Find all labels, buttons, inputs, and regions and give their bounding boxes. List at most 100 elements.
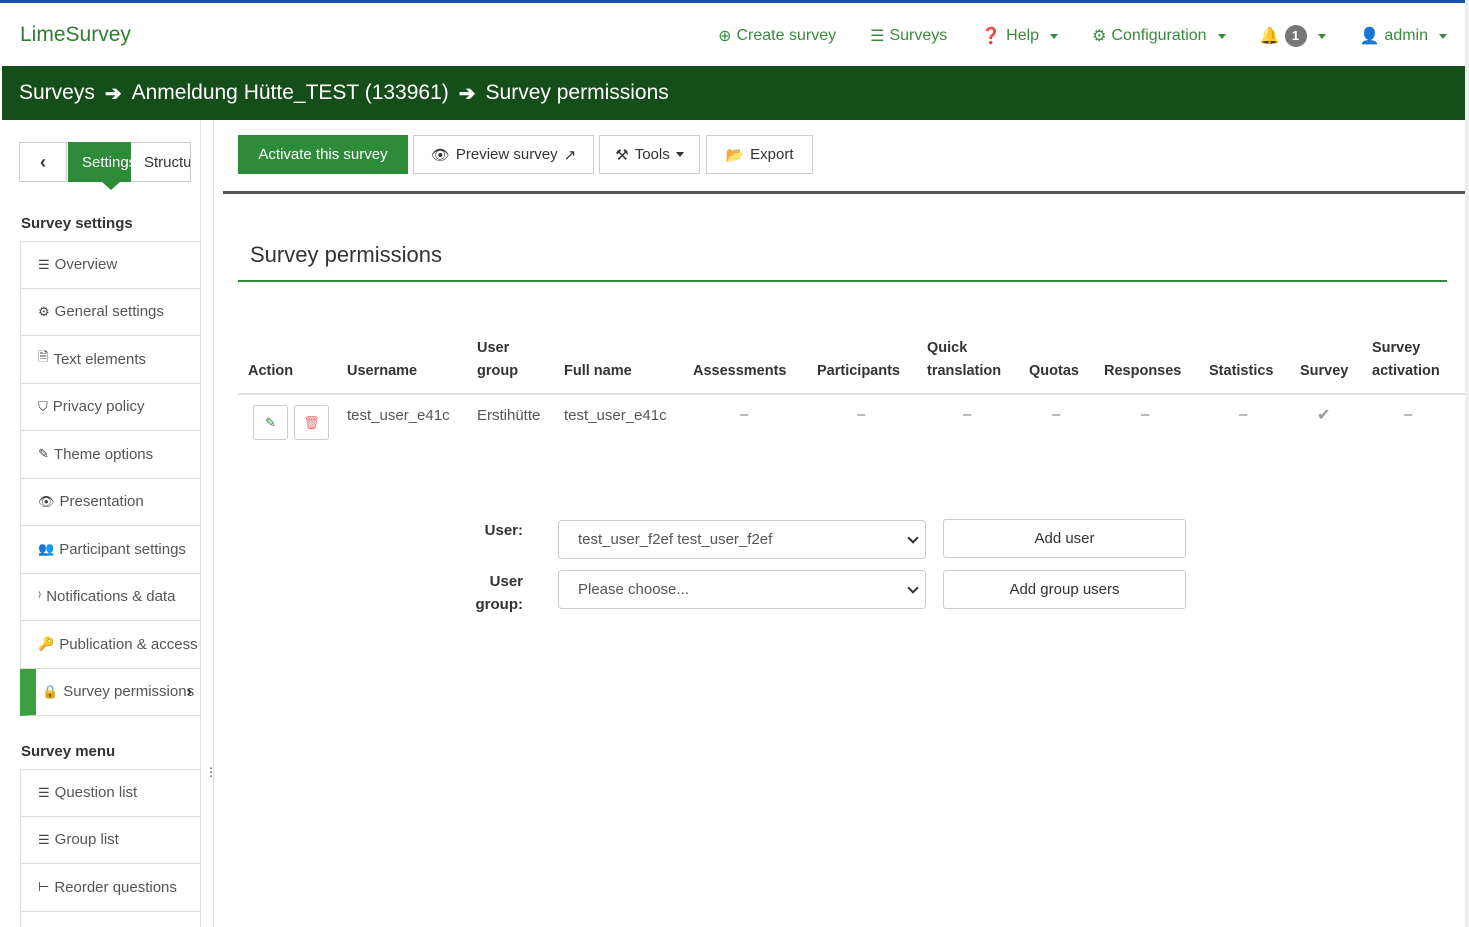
brush-icon: ✎ [38, 446, 49, 462]
survey-toolbar: Activate this survey 👁 Preview survey ↗ … [223, 120, 1465, 194]
caret-down-icon [1217, 33, 1226, 39]
brand-logo[interactable]: LimeSurvey [20, 23, 131, 47]
user-icon: 👤 [1359, 28, 1380, 45]
pencil-icon: ✎ [265, 414, 276, 430]
create-survey-link[interactable]: ⊕ Create survey [718, 26, 836, 46]
gears-icon: ⚙ [38, 303, 50, 319]
th-survey[interactable]: Survey [1300, 360, 1348, 383]
gears-icon: ⚙ [1092, 28, 1107, 45]
eye-slash-icon: 👁 [38, 493, 55, 509]
sidebar-item-publication-access[interactable]: 🔑 Publication & access [20, 621, 201, 669]
shield-icon: ⛉ [38, 398, 48, 414]
notification-count-badge: 1 [1284, 25, 1307, 47]
sidebar-item-question-list[interactable]: ☰ Question list [20, 769, 201, 817]
bell-icon: 🔔 [1259, 28, 1280, 45]
cell-quotas: – [1052, 406, 1061, 423]
user-select[interactable]: test_user_f2ef test_user_f2ef [558, 520, 926, 559]
chevron-down-icon [907, 532, 919, 544]
user-group-select[interactable]: Please choose... [558, 570, 926, 609]
cell-statistics: – [1239, 406, 1248, 423]
sidebar-item-survey-permissions[interactable]: 🔒 Survey permissions › [20, 668, 201, 716]
sidebar-item-presentation[interactable]: 👁 Presentation [20, 478, 201, 526]
caret-down-icon [1439, 33, 1447, 39]
add-group-users-button[interactable]: Add group users [943, 570, 1186, 609]
th-action[interactable]: Action [248, 360, 293, 383]
surveys-link[interactable]: ☰ Surveys [870, 26, 947, 46]
caret-down-icon [675, 152, 684, 157]
top-nav: ⊕ Create survey ☰ Surveys ❓ Help ⚙ Confi… [718, 25, 1447, 47]
table-header-divider [238, 393, 1465, 395]
cell-responses: – [1141, 406, 1150, 423]
breadcrumb: Surveys ➔ Anmeldung Hütte_TEST (133961) … [2, 66, 1465, 120]
sidebar-item-participant-settings[interactable]: 👥 Participant settings [20, 526, 201, 574]
chevron-left-icon: ‹ [40, 151, 46, 172]
breadcrumb-survey-name[interactable]: Anmeldung Hütte_TEST (133961) [132, 81, 449, 105]
key-icon: 🔑 [38, 636, 55, 652]
caret-down-icon [1317, 33, 1326, 39]
tab-settings[interactable]: Settings [68, 142, 131, 182]
tree-icon: ⊢ [38, 879, 50, 895]
cell-username: test_user_e41c [347, 407, 450, 424]
caret-down-icon [1050, 33, 1059, 39]
user-menu[interactable]: 👤 admin [1359, 26, 1447, 46]
th-user-group[interactable]: User group [477, 337, 518, 383]
th-statistics[interactable]: Statistics [1209, 360, 1273, 383]
sidebar-item-reorder-questions[interactable]: ⊢ Reorder questions [20, 864, 201, 912]
tools-dropdown[interactable]: ⚒ Tools [599, 135, 700, 174]
help-menu[interactable]: ❓ Help [981, 26, 1059, 46]
sidebar-item-theme-options[interactable]: ✎ Theme options [20, 431, 201, 479]
list-icon: ☰ [38, 784, 50, 800]
lock-icon: 🔒 [42, 683, 59, 699]
check-icon: ✔ [1317, 407, 1331, 424]
configuration-menu[interactable]: ⚙ Configuration [1092, 26, 1226, 46]
eye-icon: 👁 [430, 146, 450, 164]
th-quick-translation[interactable]: Quick translation [927, 337, 1001, 383]
notifications-menu[interactable]: 🔔 1 [1260, 25, 1326, 47]
tab-structure[interactable]: Structure [131, 142, 191, 182]
breadcrumb-surveys[interactable]: Surveys [19, 81, 95, 105]
delete-permission-button[interactable]: 🗑 [294, 405, 329, 440]
export-button[interactable]: 📂 Export [706, 135, 813, 174]
th-participants[interactable]: Participants [817, 360, 900, 383]
group-select-label: User group: [475, 573, 523, 613]
sidebar-item-privacy-policy[interactable]: ⛉ Privacy policy [20, 383, 201, 431]
cell-survey-activation: – [1404, 406, 1413, 423]
arrow-right-icon: ➔ [458, 82, 476, 105]
th-responses[interactable]: Responses [1104, 360, 1181, 383]
sidebar-item-general-settings[interactable]: ⚙ General settings [20, 288, 201, 336]
th-assessments[interactable]: Assessments [693, 360, 787, 383]
add-user-button[interactable]: Add user [943, 519, 1186, 558]
rss-icon: ⁾ [38, 588, 42, 604]
th-username[interactable]: Username [347, 360, 417, 383]
chevron-down-icon [907, 582, 919, 594]
cell-participants: – [857, 406, 866, 423]
file-text-icon: 🗎 [38, 349, 49, 365]
sidebar-item-group-list[interactable]: ☰ Group list [20, 816, 201, 864]
th-quotas[interactable]: Quotas [1029, 360, 1079, 383]
cell-assessments: – [740, 406, 749, 423]
survey-settings-heading: Survey settings [21, 215, 133, 232]
top-navbar: LimeSurvey ⊕ Create survey ☰ Surveys ❓ H… [0, 0, 1469, 66]
sidebar-item-overview[interactable]: ☰ Overview [20, 241, 201, 289]
edit-permission-button[interactable]: ✎ [253, 405, 288, 440]
sidebar-item-more[interactable] [20, 911, 201, 927]
sidebar-resize-handle[interactable]: ⋮ [205, 766, 217, 778]
list-icon: ☰ [38, 256, 50, 272]
users-icon: 👥 [38, 541, 55, 557]
sidebar-item-notifications-data[interactable]: ⁾ Notifications & data [20, 573, 201, 621]
th-full-name[interactable]: Full name [564, 360, 632, 383]
user-select-label: User: [484, 522, 523, 539]
activate-survey-button[interactable]: Activate this survey [238, 135, 408, 174]
sidebar: ‹ Settings Structure Survey settings ☰Ov… [0, 120, 217, 927]
sidebar-item-text-elements[interactable]: 🗎 Text elements [20, 336, 201, 384]
trash-icon: 🗑 [303, 414, 320, 430]
preview-survey-button[interactable]: 👁 Preview survey ↗ [413, 135, 594, 174]
page-scrollbar[interactable] [1465, 0, 1469, 927]
page-title: Survey permissions [250, 242, 442, 267]
question-circle-icon: ❓ [981, 28, 1002, 45]
sidebar-collapse-button[interactable]: ‹ [19, 142, 67, 182]
th-survey-activation[interactable]: Survey activation [1372, 337, 1440, 383]
survey-settings-list: ☰ Overview ⚙ General settings 🗎 Text elemen… [20, 241, 201, 716]
sidebar-panel: ‹ Settings Structure Survey settings ☰Ov… [0, 120, 201, 927]
title-divider [238, 280, 1447, 282]
